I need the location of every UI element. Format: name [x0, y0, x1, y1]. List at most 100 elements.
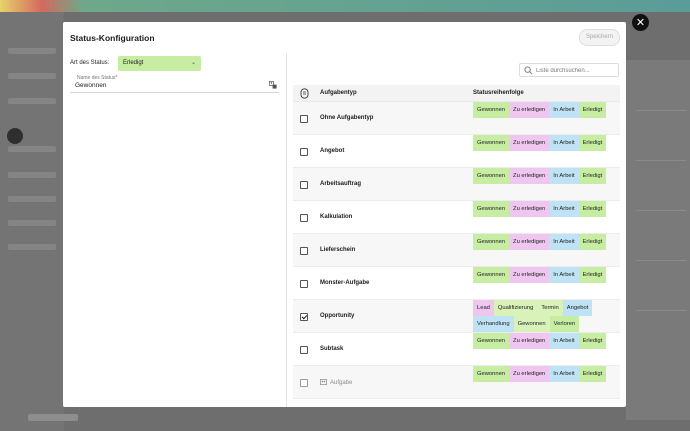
background-label: [28, 414, 78, 421]
task-type-name: Angebot: [320, 148, 344, 154]
task-type-name: Monster-Aufgabe: [320, 280, 369, 286]
background-divider: [636, 160, 686, 161]
background-avatar: [7, 128, 23, 144]
status-pill: Gewonnen: [473, 366, 510, 382]
background-sidebar-item: [8, 244, 56, 250]
task-type-icon: [300, 88, 309, 99]
status-pill: Gewonnen: [473, 201, 510, 217]
modal-title: Status-Konfiguration: [70, 33, 155, 43]
search-field[interactable]: [519, 63, 619, 77]
status-pill: Gewonnen: [473, 135, 510, 151]
background-sidebar-item: [8, 146, 56, 152]
task-type-label: Subtask: [320, 345, 344, 352]
background-sidebar-item: [8, 220, 56, 226]
status-pill: Verloren: [549, 316, 580, 332]
task-type-label: Monster-Aufgabe: [320, 279, 370, 286]
status-pill: Angebot: [562, 300, 593, 316]
row-checkbox[interactable]: [300, 345, 308, 354]
status-pill: Zu erledigen: [509, 102, 550, 118]
table-row: Angebot Gewonnen Zu erledigen In Arbeit Erle…: [293, 135, 620, 168]
status-pill: In Arbeit: [549, 102, 579, 118]
status-pill: Erledigt: [578, 102, 607, 118]
task-type-name: Lieferschein: [320, 247, 355, 253]
background-sidebar-item: [8, 196, 56, 202]
task-type-name: Aufgabe: [320, 378, 352, 386]
background-divider: [636, 210, 686, 211]
group-icon: [320, 378, 327, 385]
row-checkbox[interactable]: [300, 312, 308, 321]
panel-divider: [286, 53, 287, 407]
status-pill: Gewonnen: [473, 168, 510, 184]
task-type-label: Ohne Aufgabentyp: [320, 114, 374, 121]
task-type-name: Arbeitsauftrag: [320, 181, 361, 187]
status-pill: Erledigt: [578, 168, 607, 184]
status-pill: Gewonnen: [473, 234, 510, 250]
row-checkbox[interactable]: [300, 246, 308, 255]
status-pill: Erledigt: [578, 267, 607, 283]
status-pill: Erledigt: [578, 366, 607, 382]
background-divider: [636, 260, 686, 261]
background-sidebar-item: [8, 172, 56, 178]
row-checkbox[interactable]: [300, 114, 308, 123]
status-pill: Gewonnen: [513, 316, 550, 332]
row-checkbox[interactable]: [300, 213, 308, 222]
status-sequence: Gewonnen Zu erledigen In Arbeit Erledigt: [473, 267, 613, 283]
column-header-sequence: Statusreihenfolge: [473, 90, 524, 96]
column-header-type: Aufgabentyp: [320, 90, 357, 96]
row-checkbox[interactable]: [300, 147, 308, 156]
task-type-name: Kalkulation: [320, 214, 352, 220]
task-type-label: Kalkulation: [320, 213, 353, 220]
status-pill: Termin: [537, 300, 563, 316]
status-pill: In Arbeit: [549, 333, 579, 349]
row-checkbox[interactable]: [300, 279, 308, 288]
table-row: Lieferschein Gewonnen Zu erledigen In Arbei…: [293, 234, 620, 267]
save-button[interactable]: Speichern: [579, 29, 620, 46]
background-divider: [636, 110, 686, 111]
status-sequence: Gewonnen Zu erledigen In Arbeit Erledigt: [473, 168, 613, 184]
status-pill: In Arbeit: [549, 168, 579, 184]
status-pill: In Arbeit: [549, 201, 579, 217]
status-name-label: Name des Status*: [77, 75, 118, 81]
status-pill: Zu erledigen: [509, 201, 550, 217]
status-pill: Zu erledigen: [509, 267, 550, 283]
status-name-field[interactable]: Name des Status* Gewonnen: [70, 75, 279, 93]
table-header: Aufgabentyp Statusreihenfolge: [293, 85, 620, 102]
status-pill: Erledigt: [578, 135, 607, 151]
search-input[interactable]: [536, 65, 616, 76]
task-type-name: Subtask: [320, 346, 343, 352]
background-sidebar-item: [8, 73, 56, 79]
row-checkbox[interactable]: [300, 180, 308, 189]
chevron-down-icon: ⌄: [190, 60, 196, 66]
row-checkbox[interactable]: [300, 378, 308, 387]
status-pill: Verhandlung: [473, 316, 514, 332]
background-top-bar: [0, 0, 690, 12]
status-sequence: Gewonnen Zu erledigen In Arbeit Erledigt: [473, 201, 613, 217]
status-pill: In Arbeit: [549, 267, 579, 283]
table-row: Monster-Aufgabe Gewonnen Zu erledigen In Ar…: [293, 267, 620, 300]
status-pill: Zu erledigen: [509, 234, 550, 250]
task-type-label: Opportunity: [320, 312, 355, 319]
status-pill: Gewonnen: [473, 267, 510, 283]
table-row: Arbeitsauftrag Gewonnen Zu erledigen In Arb…: [293, 168, 620, 201]
status-sequence: Gewonnen Zu erledigen In Arbeit Erledigt: [473, 333, 613, 349]
status-pill: Erledigt: [578, 234, 607, 250]
search-icon: [524, 66, 533, 75]
status-sequence: Gewonnen Zu erledigen In Arbeit Erledigt: [473, 366, 613, 382]
status-sequence: Gewonnen Zu erledigen In Arbeit Erledigt: [473, 234, 613, 250]
task-type-table: Aufgabentyp Statusreihenfolge Ohne Aufga…: [293, 85, 620, 399]
status-sequence: Gewonnen Zu erledigen In Arbeit Erledigt: [473, 102, 613, 118]
status-name-value: Gewonnen: [75, 82, 107, 89]
table-body: Ohne Aufgabentyp Gewonnen Zu erledigen In A…: [293, 102, 620, 399]
status-type-select[interactable]: Erledigt ⌄: [118, 56, 201, 71]
close-icon: ✕: [635, 16, 646, 29]
task-type-name: Opportunity: [320, 313, 354, 319]
status-pill: Zu erledigen: [509, 366, 550, 382]
status-sequence: Lead Qualifizierung Termin Angebot Verhandlu…: [473, 300, 613, 332]
close-button[interactable]: ✕: [632, 14, 649, 31]
background-right-panel: [626, 60, 690, 420]
status-pill: Erledigt: [578, 201, 607, 217]
status-pill: Qualifizierung: [493, 300, 538, 316]
status-pill: Zu erledigen: [509, 135, 550, 151]
status-pill: Lead: [473, 300, 494, 316]
translate-icon[interactable]: [269, 81, 277, 89]
